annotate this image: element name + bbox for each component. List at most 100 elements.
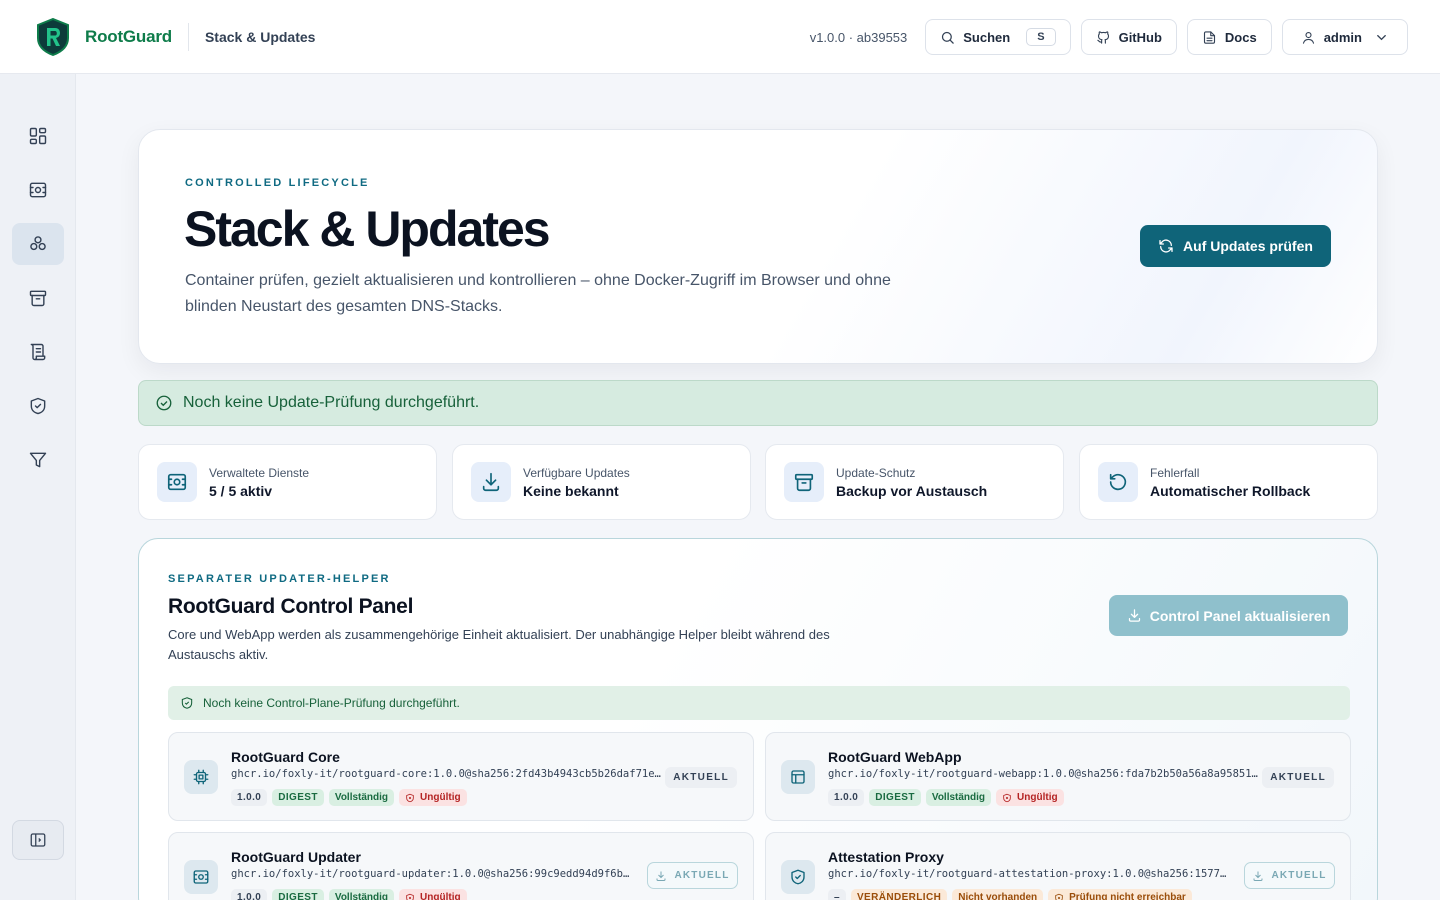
stat-label: Update-Schutz [836, 465, 916, 480]
version-label: v1.0.0 · ab39553 [809, 29, 908, 45]
service-card-webapp: RootGuard WebApp ghcr.io/foxly-it/rootgu… [765, 732, 1351, 821]
signature-label: Ungültig [1017, 792, 1058, 803]
shield-check-icon [781, 860, 815, 894]
service-name: Attestation Proxy [828, 849, 944, 865]
panel-title: RootGuard Control Panel [168, 595, 414, 618]
panel-subtitle: Core und WebApp werden als zusammengehör… [168, 627, 830, 662]
signature-badge: Prüfung nicht erreichbar [1048, 889, 1192, 900]
shield-alert-icon [1003, 793, 1011, 802]
docs-label: Docs [1224, 29, 1257, 45]
sidebar-item-dashboard[interactable] [12, 115, 64, 157]
completeness-badge: Vollständig [328, 889, 395, 900]
service-image: ghcr.io/foxly-it/rootguard-attestation-p… [828, 868, 1228, 880]
header-divider [187, 22, 189, 51]
services-icon [29, 182, 47, 198]
shield-alert-icon [406, 793, 414, 802]
sidebar-item-services[interactable] [12, 169, 64, 211]
sidebar-item-stack-updates[interactable] [12, 223, 64, 265]
shield-alert-icon [406, 893, 414, 900]
check-circle-icon [156, 395, 172, 411]
control-plane-notice-text: Noch keine Control-Plane-Prüfung durchge… [203, 696, 460, 710]
service-image: ghcr.io/foxly-it/rootguard-core:1.0.0@sh… [231, 768, 661, 780]
services-icon [157, 462, 197, 502]
sidebar-collapse-button[interactable] [12, 820, 64, 860]
stat-label: Fehlerfall [1150, 465, 1200, 480]
signature-badge: Ungültig [399, 889, 467, 900]
search-button[interactable]: Suchen S [925, 19, 1071, 55]
status-label: AKTUELL [674, 870, 730, 881]
version-badge: 1.0.0 [828, 789, 865, 806]
docs-button[interactable]: Docs [1186, 19, 1272, 55]
update-control-panel-label: Control Panel aktualisieren [1149, 607, 1331, 624]
service-update-button[interactable]: AKTUELL [1244, 862, 1335, 889]
service-card-core: RootGuard Core ghcr.io/foxly-it/rootguar… [168, 732, 754, 821]
control-panel-card: SEPARATER UPDATER-HELPER RootGuard Contr… [138, 538, 1378, 900]
version-badge: – [828, 889, 846, 900]
stat-card-services: Verwaltete Dienste 5 / 5 aktiv [138, 444, 437, 520]
stat-value: 5 / 5 aktiv [209, 482, 273, 499]
sidebar [0, 74, 76, 900]
top-bar: RootGuard Stack & Updates v1.0.0 · ab395… [0, 0, 1440, 74]
brand-name: RootGuard [85, 26, 172, 46]
shield-check-icon [181, 697, 193, 709]
notice-text: Noch keine Update-Prüfung durchgeführt. [183, 394, 480, 411]
user-icon [1302, 31, 1314, 44]
shield-alert-icon [1055, 893, 1063, 900]
github-button[interactable]: GitHub [1080, 19, 1177, 55]
service-name: RootGuard Core [231, 749, 340, 765]
update-control-panel-button[interactable]: Control Panel aktualisieren [1109, 595, 1348, 636]
stat-card-rollback: Fehlerfall Automatischer Rollback [1079, 444, 1378, 520]
check-updates-label: Auf Updates prüfen [1183, 238, 1313, 254]
sidebar-item-filter[interactable] [12, 439, 64, 481]
pin-type-badge: DIGEST [272, 789, 324, 806]
rollback-icon [1098, 462, 1138, 502]
stat-label: Verfügbare Updates [523, 465, 630, 480]
control-plane-notice: Noch keine Control-Plane-Prüfung durchge… [168, 686, 1350, 720]
refresh-icon [1159, 239, 1173, 253]
sidebar-item-backups[interactable] [12, 277, 64, 319]
stat-card-updates: Verfügbare Updates Keine bekannt [452, 444, 751, 520]
signature-badge: Ungültig [399, 789, 467, 806]
filter-icon [29, 452, 47, 468]
archive-icon [29, 290, 47, 307]
version-badge: 1.0.0 [231, 789, 268, 806]
stack-icon [30, 236, 46, 251]
status-badge: AKTUELL [1262, 767, 1334, 788]
user-menu-button[interactable]: admin [1281, 19, 1408, 55]
hero-card: CONTROLLED LIFECYCLE Stack & Updates Con… [138, 129, 1378, 364]
download-icon [656, 871, 666, 881]
service-update-button[interactable]: AKTUELL [647, 862, 738, 889]
shield-icon [30, 397, 46, 415]
services-icon [184, 860, 218, 894]
page-title: Stack & Updates [184, 201, 551, 257]
breadcrumb: Stack & Updates [204, 28, 316, 45]
brand[interactable]: RootGuard [36, 17, 172, 56]
signature-badge: Ungültig [996, 789, 1064, 806]
signature-label: Ungültig [420, 792, 461, 803]
status-label: AKTUELL [1271, 870, 1327, 881]
sidebar-toggle-icon [30, 833, 46, 847]
stat-card-protection: Update-Schutz Backup vor Austausch [765, 444, 1064, 520]
status-badge: AKTUELL [665, 767, 737, 788]
download-icon [1253, 871, 1263, 881]
chevron-down-icon [1377, 34, 1386, 40]
sidebar-item-logs[interactable] [12, 331, 64, 373]
service-image: ghcr.io/foxly-it/rootguard-webapp:1.0.0@… [828, 768, 1258, 780]
rootguard-logo-icon [37, 17, 69, 56]
archive-icon [784, 462, 824, 502]
check-updates-button[interactable]: Auf Updates prüfen [1140, 225, 1331, 267]
completeness-badge: Vollständig [328, 789, 395, 806]
search-shortcut: S [1026, 28, 1056, 46]
update-check-notice: Noch keine Update-Prüfung durchgeführt. [138, 380, 1378, 426]
dashboard-icon [29, 127, 47, 145]
github-icon [1096, 30, 1109, 44]
sidebar-item-security[interactable] [12, 385, 64, 427]
cpu-icon [184, 760, 218, 794]
stat-value: Keine bekannt [523, 482, 619, 499]
signature-label: Prüfung nicht erreichbar [1069, 892, 1186, 900]
service-name: RootGuard Updater [231, 849, 361, 865]
service-card-attestation-proxy: Attestation Proxy ghcr.io/foxly-it/rootg… [765, 832, 1351, 900]
github-label: GitHub [1118, 29, 1162, 45]
completeness-badge: Nicht vorhanden [952, 889, 1044, 900]
hero-subtitle: Container prüfen, gezielt aktualisieren … [185, 272, 891, 315]
